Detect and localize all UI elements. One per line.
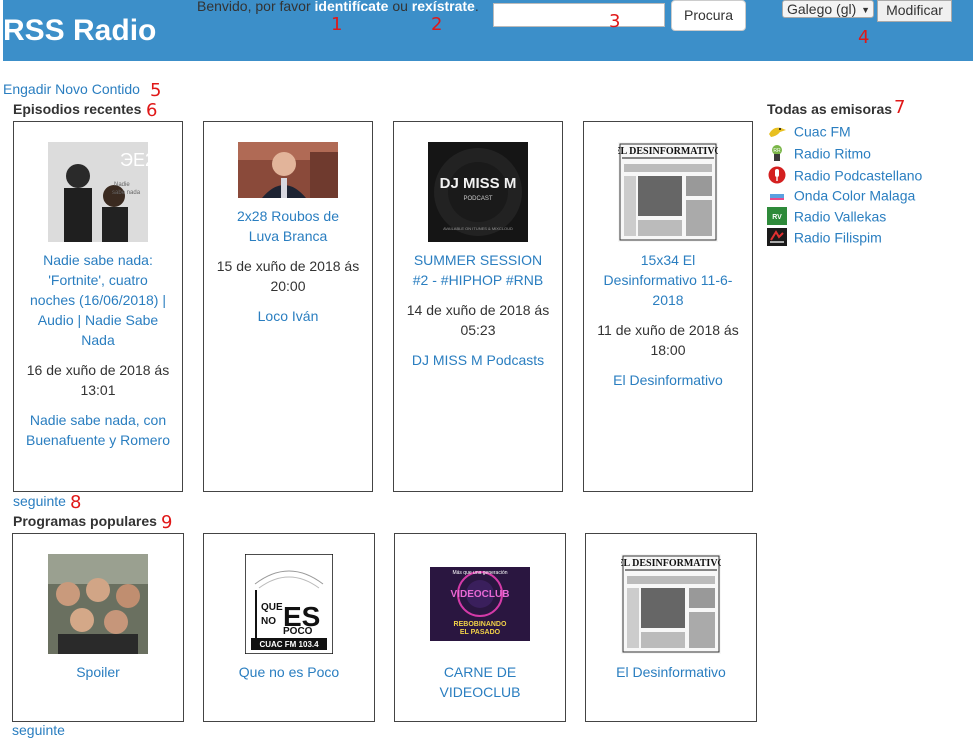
welcome-prefix: Benvido, por favor: [197, 0, 311, 14]
popular-programs-title: Programas populares: [13, 513, 157, 529]
program-title-link[interactable]: Que no es Poco: [214, 662, 364, 682]
radio-vallekas-icon: RV: [767, 207, 787, 226]
svg-text:EL DESINFORMATIVO: EL DESINFORMATIVO: [618, 146, 718, 157]
marker-label: 2: [431, 14, 443, 35]
marker-label: 3: [609, 11, 621, 32]
recent-next-link[interactable]: seguinte: [13, 493, 66, 509]
carne-de-videoclub-cover[interactable]: VIDEOCLUB Más que una generación REBOBIN…: [430, 554, 530, 654]
episode-date: 15 de xuño de 2018 ás 20:00: [216, 258, 360, 294]
program-card: EL DESINFORMATIVO El Desinformativo: [585, 533, 757, 722]
station-link[interactable]: Radio Ritmo: [794, 145, 871, 161]
svg-text:Nadie: Nadie: [114, 182, 130, 188]
program-card: QUE NO ES POCO CUAC FM 103.4 Que no es P…: [203, 533, 375, 722]
que-no-es-poco-logo[interactable]: QUE NO ES POCO CUAC FM 103.4: [245, 554, 333, 654]
svg-text:QUE: QUE: [261, 602, 283, 613]
marker-label: 8: [70, 492, 82, 513]
svg-text:EL PASADO: EL PASADO: [460, 629, 501, 636]
svg-text:AVAILABLE ON ITUNES & MIXCLOUD: AVAILABLE ON ITUNES & MIXCLOUD: [443, 226, 513, 231]
station-item: Onda Color Malaga: [767, 184, 915, 204]
language-selected: Galego (gl): [787, 1, 857, 17]
popular-next-link[interactable]: seguinte: [12, 722, 65, 738]
svg-text:RR: RR: [773, 148, 781, 154]
svg-text:CUAC FM 103.4: CUAC FM 103.4: [259, 640, 319, 649]
welcome-or: ou: [392, 0, 408, 14]
recent-episodes-title: Episodios recentes: [13, 101, 142, 117]
add-content-link[interactable]: Engadir Novo Contido: [3, 81, 140, 97]
episode-show-link[interactable]: Loco Iván: [216, 306, 360, 326]
episode-title-link[interactable]: Nadie sabe nada: 'Fortnite', cuatro noch…: [30, 250, 166, 350]
station-item: RV Radio Vallekas: [767, 205, 886, 226]
register-link[interactable]: rexístrate: [412, 0, 475, 14]
marker-label: 4: [858, 27, 870, 48]
episode-show-link[interactable]: El Desinformativo: [596, 370, 740, 390]
svg-text:NO: NO: [261, 616, 276, 627]
marker-label: 9: [161, 512, 173, 533]
group-selfie-photo[interactable]: [48, 554, 148, 654]
program-title-link[interactable]: CARNE DE VIDEOCLUB: [405, 662, 555, 702]
station-item: Radio Podcastellano: [767, 164, 922, 184]
station-link[interactable]: Radio Vallekas: [794, 208, 886, 224]
modify-language-button[interactable]: Modificar: [877, 0, 952, 22]
episode-date: 16 de xuño de 2018 ás 13:01: [26, 362, 170, 398]
welcome-message: Benvido, por favor identifícate ou rexís…: [197, 0, 479, 14]
radio-ritmo-icon: RR: [772, 145, 782, 162]
onda-color-icon: [770, 194, 784, 201]
radio-filispim-icon: [767, 228, 787, 247]
svg-text:DJ MISS M: DJ MISS M: [440, 175, 517, 192]
station-item: Cuac FM: [767, 120, 851, 140]
station-link[interactable]: Radio Podcastellano: [794, 167, 922, 183]
episode-show-link[interactable]: Nadie sabe nada, con Buenafuente y Romer…: [26, 410, 170, 450]
station-link[interactable]: Cuac FM: [794, 123, 851, 139]
svg-text:RV: RV: [772, 214, 782, 221]
man-in-suit-photo[interactable]: [238, 142, 338, 198]
site-title[interactable]: RSS Radio: [3, 13, 156, 49]
episode-date: 14 de xuño de 2018 ás 05:23: [406, 302, 550, 338]
svg-text:PODCAST: PODCAST: [463, 196, 492, 202]
episode-title-link[interactable]: 15x34 El Desinformativo 11-6-2018: [600, 250, 736, 310]
el-desinformativo-cover[interactable]: EL DESINFORMATIVO: [618, 142, 718, 242]
nadie-sabe-nada-cover[interactable]: ЭЕ2 Nadie sabe nada: [48, 142, 148, 242]
program-card: VIDEOCLUB Más que una generación REBOBIN…: [394, 533, 566, 722]
episode-card: 2x28 Roubos de Luva Branca 15 de xuño de…: [203, 121, 373, 492]
svg-text:VIDEOCLUB: VIDEOCLUB: [451, 589, 510, 600]
station-link[interactable]: Radio Filispim: [794, 229, 882, 245]
marker-label: 5: [150, 80, 162, 101]
episode-date: 11 de xuño de 2018 ás 18:00: [597, 322, 739, 358]
svg-text:POCO: POCO: [283, 626, 313, 637]
marker-label: 1: [331, 14, 343, 35]
episode-title-link[interactable]: SUMMER SESSION #2 - #HIPHOP #RNB: [410, 250, 546, 290]
station-link[interactable]: Onda Color Malaga: [794, 187, 915, 203]
dropdown-arrow-icon: ▼: [861, 5, 870, 15]
svg-text:REBOBINANDO: REBOBINANDO: [454, 621, 507, 628]
episode-title-link[interactable]: 2x28 Roubos de Luva Branca: [220, 206, 356, 246]
cuac-fm-icon: [769, 127, 786, 138]
svg-text:Más que una generación: Más que una generación: [452, 570, 507, 576]
program-title-link[interactable]: El Desinformativo: [596, 662, 746, 682]
search-input[interactable]: [493, 3, 665, 27]
episode-card: ЭЕ2 Nadie sabe nada Nadie sabe nada: 'Fo…: [13, 121, 183, 492]
station-item: RR Radio Ritmo: [767, 142, 871, 162]
language-select[interactable]: Galego (gl) ▼: [782, 0, 874, 18]
marker-label: 6: [146, 100, 158, 121]
program-card: Spoiler: [12, 533, 184, 722]
svg-text:EL DESINFORMATIVO: EL DESINFORMATIVO: [621, 558, 721, 569]
welcome-suffix: .: [474, 0, 479, 14]
episode-card: EL DESINFORMATIVO 15x34 El Desinformativ…: [583, 121, 753, 492]
episode-card: DJ MISS M PODCAST AVAILABLE ON ITUNES & …: [393, 121, 563, 492]
episode-show-link[interactable]: DJ MISS M Podcasts: [406, 350, 550, 370]
svg-text:ЭЕ2: ЭЕ2: [120, 150, 148, 170]
svg-text:sabe nada: sabe nada: [112, 190, 141, 196]
program-title-link[interactable]: Spoiler: [23, 662, 173, 682]
dj-miss-m-cover[interactable]: DJ MISS M PODCAST AVAILABLE ON ITUNES & …: [428, 142, 528, 242]
podcastellano-icon: [768, 166, 786, 184]
login-link[interactable]: identifícate: [315, 0, 389, 14]
search-button[interactable]: Procura: [671, 0, 746, 31]
marker-label: 7: [894, 97, 906, 118]
station-item: Radio Filispim: [767, 226, 882, 247]
all-stations-title: Todas as emisoras: [767, 101, 893, 117]
el-desinformativo-cover[interactable]: EL DESINFORMATIVO: [621, 554, 721, 654]
